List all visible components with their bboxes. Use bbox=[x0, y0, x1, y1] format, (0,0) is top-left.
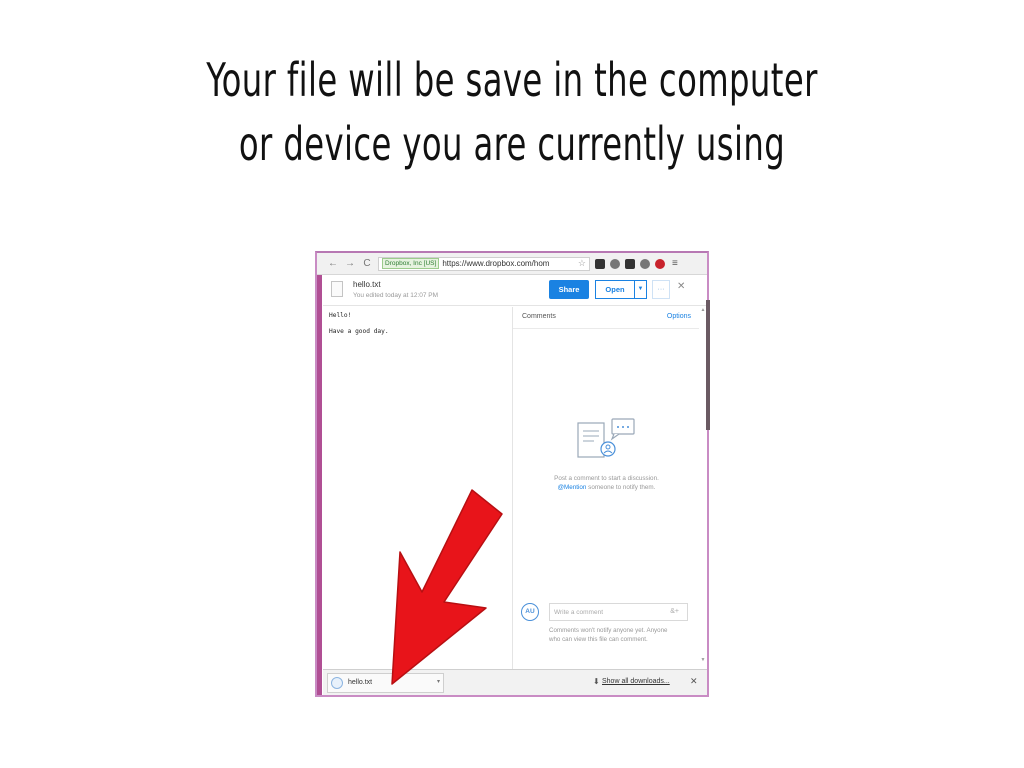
certificate-badge[interactable]: Dropbox, Inc [US] bbox=[382, 258, 440, 269]
slide-title-line-2: or device you are currently using bbox=[238, 117, 786, 171]
comments-options-link[interactable]: Options bbox=[667, 313, 691, 320]
browser-toolbar: ← → C Dropbox, Inc [US] https://www.drop… bbox=[317, 253, 707, 275]
comments-header: Comments Options bbox=[513, 307, 699, 329]
slide-title-line-1: Your file will be save in the computer bbox=[206, 53, 818, 107]
open-dropdown-icon[interactable]: ▼ bbox=[635, 280, 647, 299]
scroll-down-icon[interactable]: ▼ bbox=[699, 657, 707, 663]
extension-pocket-icon[interactable] bbox=[640, 258, 650, 269]
file-edited-time: You edited today at 12:07 PM bbox=[353, 292, 439, 299]
close-download-bar-icon[interactable]: ✕ bbox=[690, 676, 698, 687]
avatar: AU bbox=[521, 603, 539, 621]
url-text[interactable]: https://www.dropbox.com/hom bbox=[442, 259, 549, 268]
comment-input-placeholder: Write a comment bbox=[554, 609, 604, 616]
file-header: hello.txt You edited today at 12:07 PM S… bbox=[323, 276, 707, 306]
empty-comments-line-2-text: someone to notify them. bbox=[586, 484, 656, 491]
open-button[interactable]: Open bbox=[595, 280, 635, 299]
download-arrow-icon: ⬇ bbox=[593, 677, 600, 686]
browser-menu-icon[interactable]: ≡ bbox=[672, 258, 678, 269]
empty-comments-icon bbox=[577, 418, 635, 458]
close-icon[interactable]: ✕ bbox=[677, 281, 685, 292]
slide-title: Your file will be save in the computer o… bbox=[113, 48, 912, 176]
file-icon bbox=[331, 281, 343, 297]
file-line-1: Hello! bbox=[329, 312, 352, 319]
pinterest-icon[interactable] bbox=[655, 258, 665, 269]
add-person-icon[interactable]: &+ bbox=[670, 608, 679, 615]
back-button[interactable]: ← bbox=[327, 258, 339, 269]
extension-grid-icon[interactable] bbox=[595, 258, 605, 269]
mention-link[interactable]: @Mention bbox=[558, 484, 587, 491]
extension-evernote-icon[interactable] bbox=[625, 258, 635, 269]
comments-title: Comments bbox=[522, 313, 556, 320]
address-bar[interactable]: Dropbox, Inc [US] https://www.dropbox.co… bbox=[378, 256, 590, 271]
comment-input[interactable]: Write a comment &+ bbox=[549, 603, 688, 621]
forward-button[interactable]: → bbox=[344, 258, 356, 269]
file-line-2: Have a good day. bbox=[329, 328, 389, 335]
empty-comments-line-1: Post a comment to start a discussion. bbox=[554, 475, 659, 482]
background-window-edge bbox=[706, 300, 710, 430]
show-all-downloads-link[interactable]: Show all downloads... bbox=[602, 678, 670, 685]
red-arrow-annotation bbox=[391, 489, 503, 685]
comments-panel: Comments Options Post a comment to start… bbox=[512, 307, 699, 669]
bookmark-star-icon[interactable]: ☆ bbox=[578, 258, 586, 269]
empty-comments-line-2: @Mention someone to notify them. bbox=[523, 483, 690, 492]
share-button[interactable]: Share bbox=[549, 280, 589, 299]
file-name: hello.txt bbox=[353, 280, 381, 289]
window-edge bbox=[317, 253, 322, 695]
extension-clock-icon[interactable] bbox=[610, 258, 620, 269]
browser-screenshot: ← → C Dropbox, Inc [US] https://www.drop… bbox=[315, 251, 709, 697]
more-options-button[interactable]: ··· bbox=[652, 280, 670, 299]
reload-button[interactable]: C bbox=[361, 258, 373, 269]
download-file-name[interactable]: hello.txt bbox=[348, 679, 372, 686]
empty-comments-message: Post a comment to start a discussion. @M… bbox=[523, 474, 690, 492]
download-file-icon bbox=[331, 677, 343, 689]
comment-notify-note: Comments won't notify anyone yet. Anyone… bbox=[549, 627, 668, 643]
